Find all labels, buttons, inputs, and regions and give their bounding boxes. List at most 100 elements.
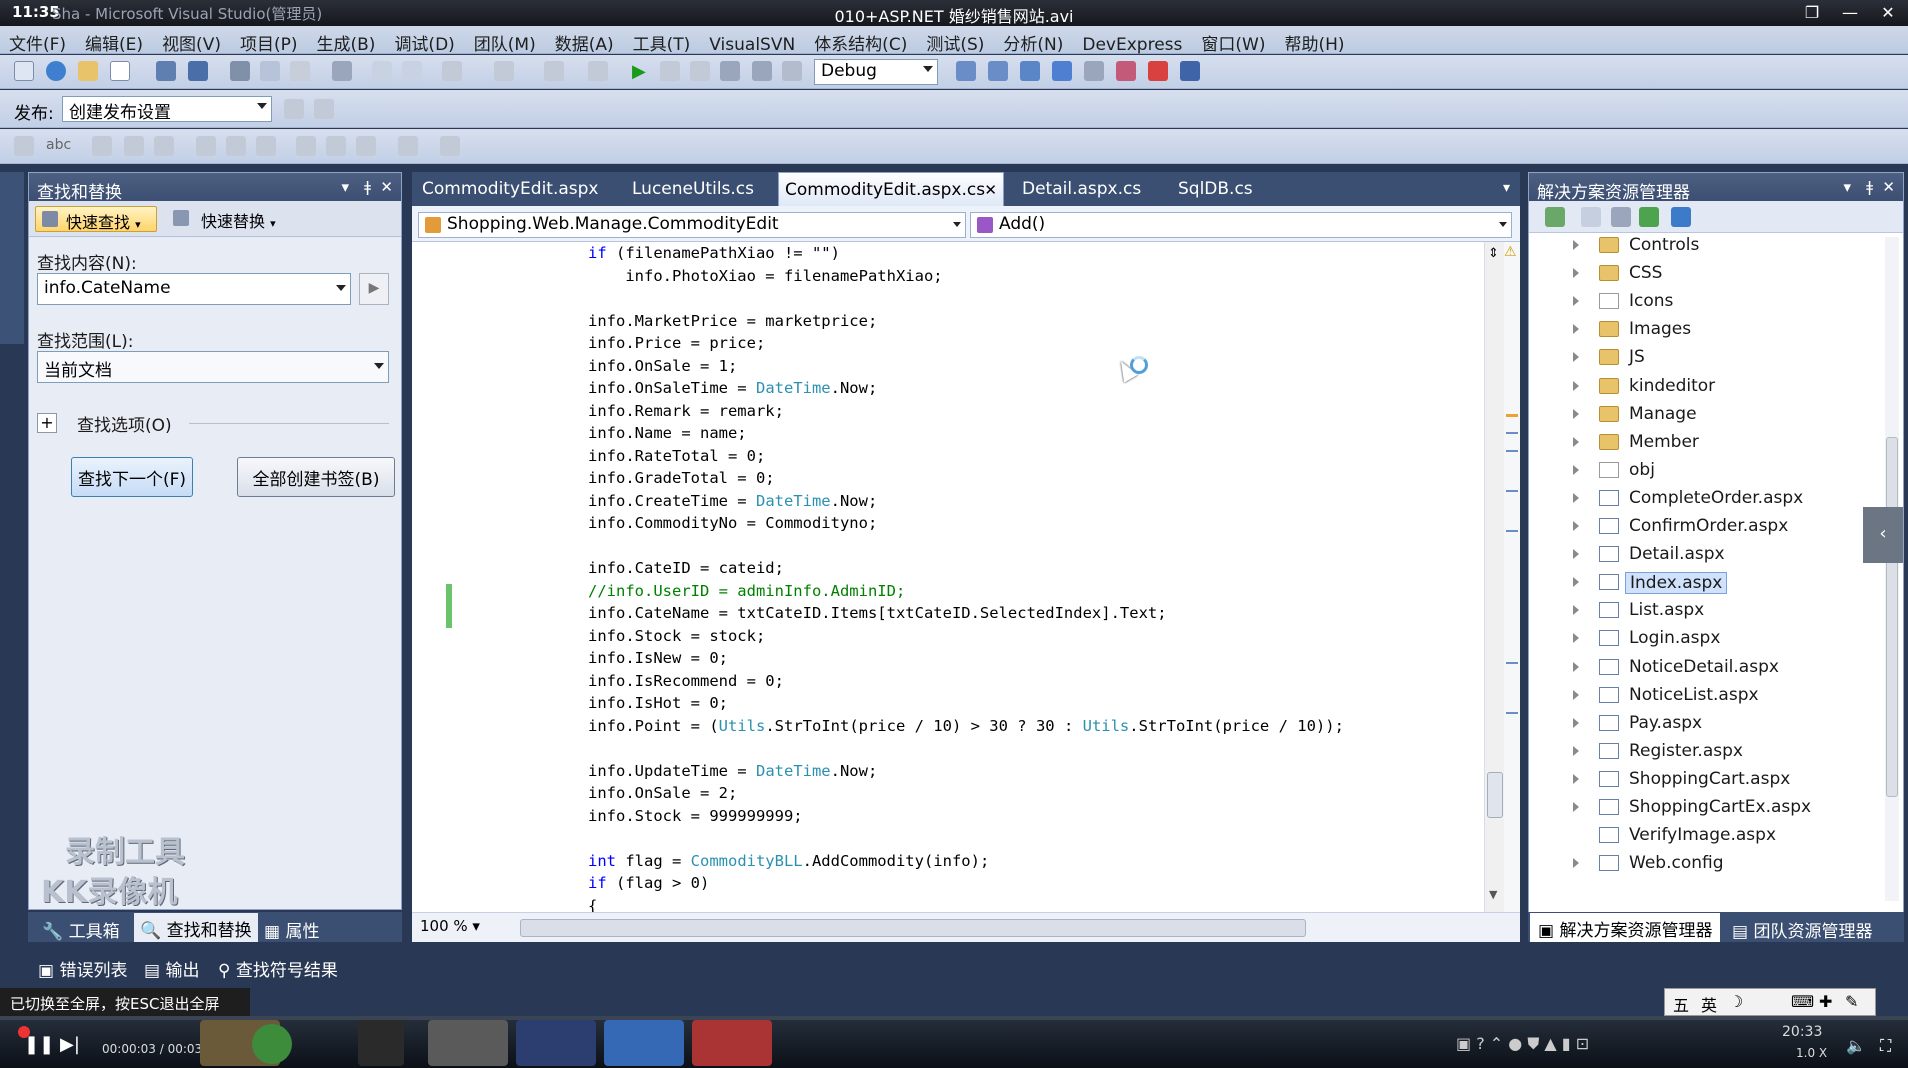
- align-icon[interactable]: [256, 136, 276, 156]
- breakpoint-icon[interactable]: [752, 61, 772, 81]
- expand-arrow-icon[interactable]: [1573, 352, 1579, 363]
- dropdown-icon[interactable]: ▾: [1843, 178, 1851, 196]
- tree-item[interactable]: CompleteOrder.aspx: [1529, 486, 1869, 512]
- member-dropdown[interactable]: Add(): [970, 212, 1512, 238]
- view-code-icon[interactable]: [1671, 207, 1691, 227]
- tree-item[interactable]: Web.config: [1529, 851, 1869, 877]
- expand-arrow-icon[interactable]: [1573, 324, 1579, 335]
- properties-icon[interactable]: [1545, 207, 1565, 227]
- split-icon[interactable]: ⇕: [1488, 246, 1499, 261]
- server-explorer-icon[interactable]: [1116, 61, 1136, 81]
- pause-icon[interactable]: ❚❚: [24, 1034, 54, 1055]
- scrollbar-thumb[interactable]: [1487, 772, 1503, 818]
- taskbar-qq-icon[interactable]: [358, 1020, 404, 1066]
- open-file-icon[interactable]: [78, 61, 98, 81]
- parameter-info-icon[interactable]: [124, 136, 144, 156]
- tree-item[interactable]: ShoppingCart.aspx: [1529, 767, 1869, 793]
- publish-web-icon[interactable]: [284, 99, 304, 119]
- menu-analyze[interactable]: 分析(N): [994, 26, 1073, 55]
- zoom-dropdown[interactable]: 100 % ▾: [416, 916, 496, 938]
- copy-icon[interactable]: [260, 61, 280, 81]
- volume-icon[interactable]: 🔈: [1846, 1036, 1866, 1055]
- scroll-down-icon[interactable]: ▼: [1489, 888, 1497, 901]
- menu-project[interactable]: 项目(P): [231, 26, 308, 55]
- output-window-icon[interactable]: [1180, 61, 1200, 81]
- add-item-icon[interactable]: [46, 61, 66, 81]
- bookmark-all-button[interactable]: 全部创建书签(B): [237, 457, 395, 497]
- menu-file[interactable]: 文件(F): [0, 26, 76, 55]
- solution-config-dropdown[interactable]: Debug: [814, 59, 938, 85]
- save-icon[interactable]: [156, 61, 176, 81]
- pause-icon[interactable]: [660, 61, 680, 81]
- pin-icon[interactable]: ǂ: [1866, 178, 1873, 196]
- find-options-label[interactable]: 查找选项(O): [77, 411, 172, 436]
- refresh-icon[interactable]: [1639, 207, 1659, 227]
- tree-item[interactable]: Manage: [1529, 402, 1869, 428]
- navigate-back-icon[interactable]: [544, 61, 564, 81]
- tree-scrollbar[interactable]: [1885, 237, 1899, 901]
- tree-item[interactable]: kindeditor: [1529, 374, 1869, 400]
- expand-arrow-icon[interactable]: [1573, 492, 1579, 503]
- keyboard-icon[interactable]: ⌨: [1791, 992, 1814, 1011]
- menu-window[interactable]: 窗口(W): [1192, 26, 1275, 55]
- tab-find-replace[interactable]: 🔍 查找和替换: [134, 913, 258, 942]
- taskbar-word-icon[interactable]: [604, 1020, 684, 1066]
- tree-item[interactable]: Member: [1529, 430, 1869, 456]
- comment-icon[interactable]: [372, 61, 392, 81]
- expand-arrow-icon[interactable]: [1573, 717, 1579, 728]
- redo-icon[interactable]: [494, 61, 514, 81]
- next-bookmark-icon[interactable]: [440, 136, 460, 156]
- expand-arrow-icon[interactable]: [1573, 549, 1579, 560]
- expand-arrow-icon[interactable]: [1573, 240, 1579, 250]
- expression-builder-button[interactable]: ▶: [359, 273, 389, 305]
- undo-icon[interactable]: [442, 61, 462, 81]
- expand-arrow-icon[interactable]: [1573, 773, 1579, 784]
- quick-replace-button[interactable]: 快速替换 ▾: [171, 208, 276, 232]
- settings-icon[interactable]: ✚: [1819, 992, 1832, 1011]
- taskbar-app-2[interactable]: [252, 1024, 292, 1064]
- menu-edit[interactable]: 编辑(E): [76, 26, 153, 55]
- warning-icon[interactable]: ⚠: [1504, 244, 1517, 260]
- tab-detail-aspx-cs[interactable]: Detail.aspx.cs: [1016, 172, 1147, 206]
- tree-item[interactable]: obj: [1529, 458, 1869, 484]
- member-list-icon[interactable]: [92, 136, 112, 156]
- menu-test[interactable]: 测试(S): [917, 26, 994, 55]
- error-list-icon[interactable]: [1148, 61, 1168, 81]
- find-icon[interactable]: [332, 61, 352, 81]
- expand-arrow-icon[interactable]: [1573, 380, 1579, 391]
- expand-options-icon[interactable]: +: [37, 413, 57, 433]
- close-icon[interactable]: ✕: [1882, 178, 1895, 196]
- menu-team[interactable]: 团队(M): [465, 26, 546, 55]
- expand-arrow-icon[interactable]: [1573, 689, 1579, 700]
- tree-item[interactable]: ShoppingCartEx.aspx: [1529, 795, 1869, 821]
- menu-build[interactable]: 生成(B): [308, 26, 386, 55]
- look-in-dropdown[interactable]: 当前文档: [37, 351, 389, 383]
- tab-team-explorer[interactable]: ▤ 团队资源管理器: [1732, 917, 1872, 942]
- outdent-icon[interactable]: [196, 136, 216, 156]
- tree-item[interactable]: CSS: [1529, 261, 1869, 287]
- save-all-icon[interactable]: [188, 61, 208, 81]
- tree-item[interactable]: Pay.aspx: [1529, 711, 1869, 737]
- solution-explorer-icon[interactable]: [988, 61, 1008, 81]
- cut-icon[interactable]: [230, 61, 250, 81]
- close-icon[interactable]: ✕: [380, 178, 393, 196]
- expand-arrow-icon[interactable]: [1573, 858, 1579, 869]
- menu-debug[interactable]: 调试(D): [385, 26, 464, 55]
- pin-icon[interactable]: ǂ: [364, 178, 371, 196]
- tree-item[interactable]: ConfirmOrder.aspx: [1529, 514, 1869, 540]
- step-icon[interactable]: [720, 61, 740, 81]
- find-in-files-icon[interactable]: [956, 61, 976, 81]
- find-what-input[interactable]: info.CateName: [37, 273, 351, 305]
- close-tab-icon[interactable]: ✕: [984, 181, 997, 199]
- format-icon[interactable]: [14, 136, 34, 156]
- tray-icons[interactable]: ▣ ? ⌃ ● ⛊ ▲ ▮ ⊡: [1456, 1034, 1589, 1054]
- menu-view[interactable]: 视图(V): [153, 26, 231, 55]
- progress-track[interactable]: [0, 1016, 1908, 1020]
- tab-toolbox[interactable]: 🔧 工具箱: [42, 917, 120, 942]
- taskbar-app-7[interactable]: [692, 1020, 772, 1066]
- prev-bookmark-icon[interactable]: [398, 136, 418, 156]
- tab-overflow-icon[interactable]: ▾: [1503, 180, 1510, 196]
- tree-item[interactable]: Detail.aspx: [1529, 542, 1869, 568]
- server-explorer-strip[interactable]: [0, 172, 24, 344]
- fullscreen-icon[interactable]: ⛶: [1880, 1036, 1891, 1056]
